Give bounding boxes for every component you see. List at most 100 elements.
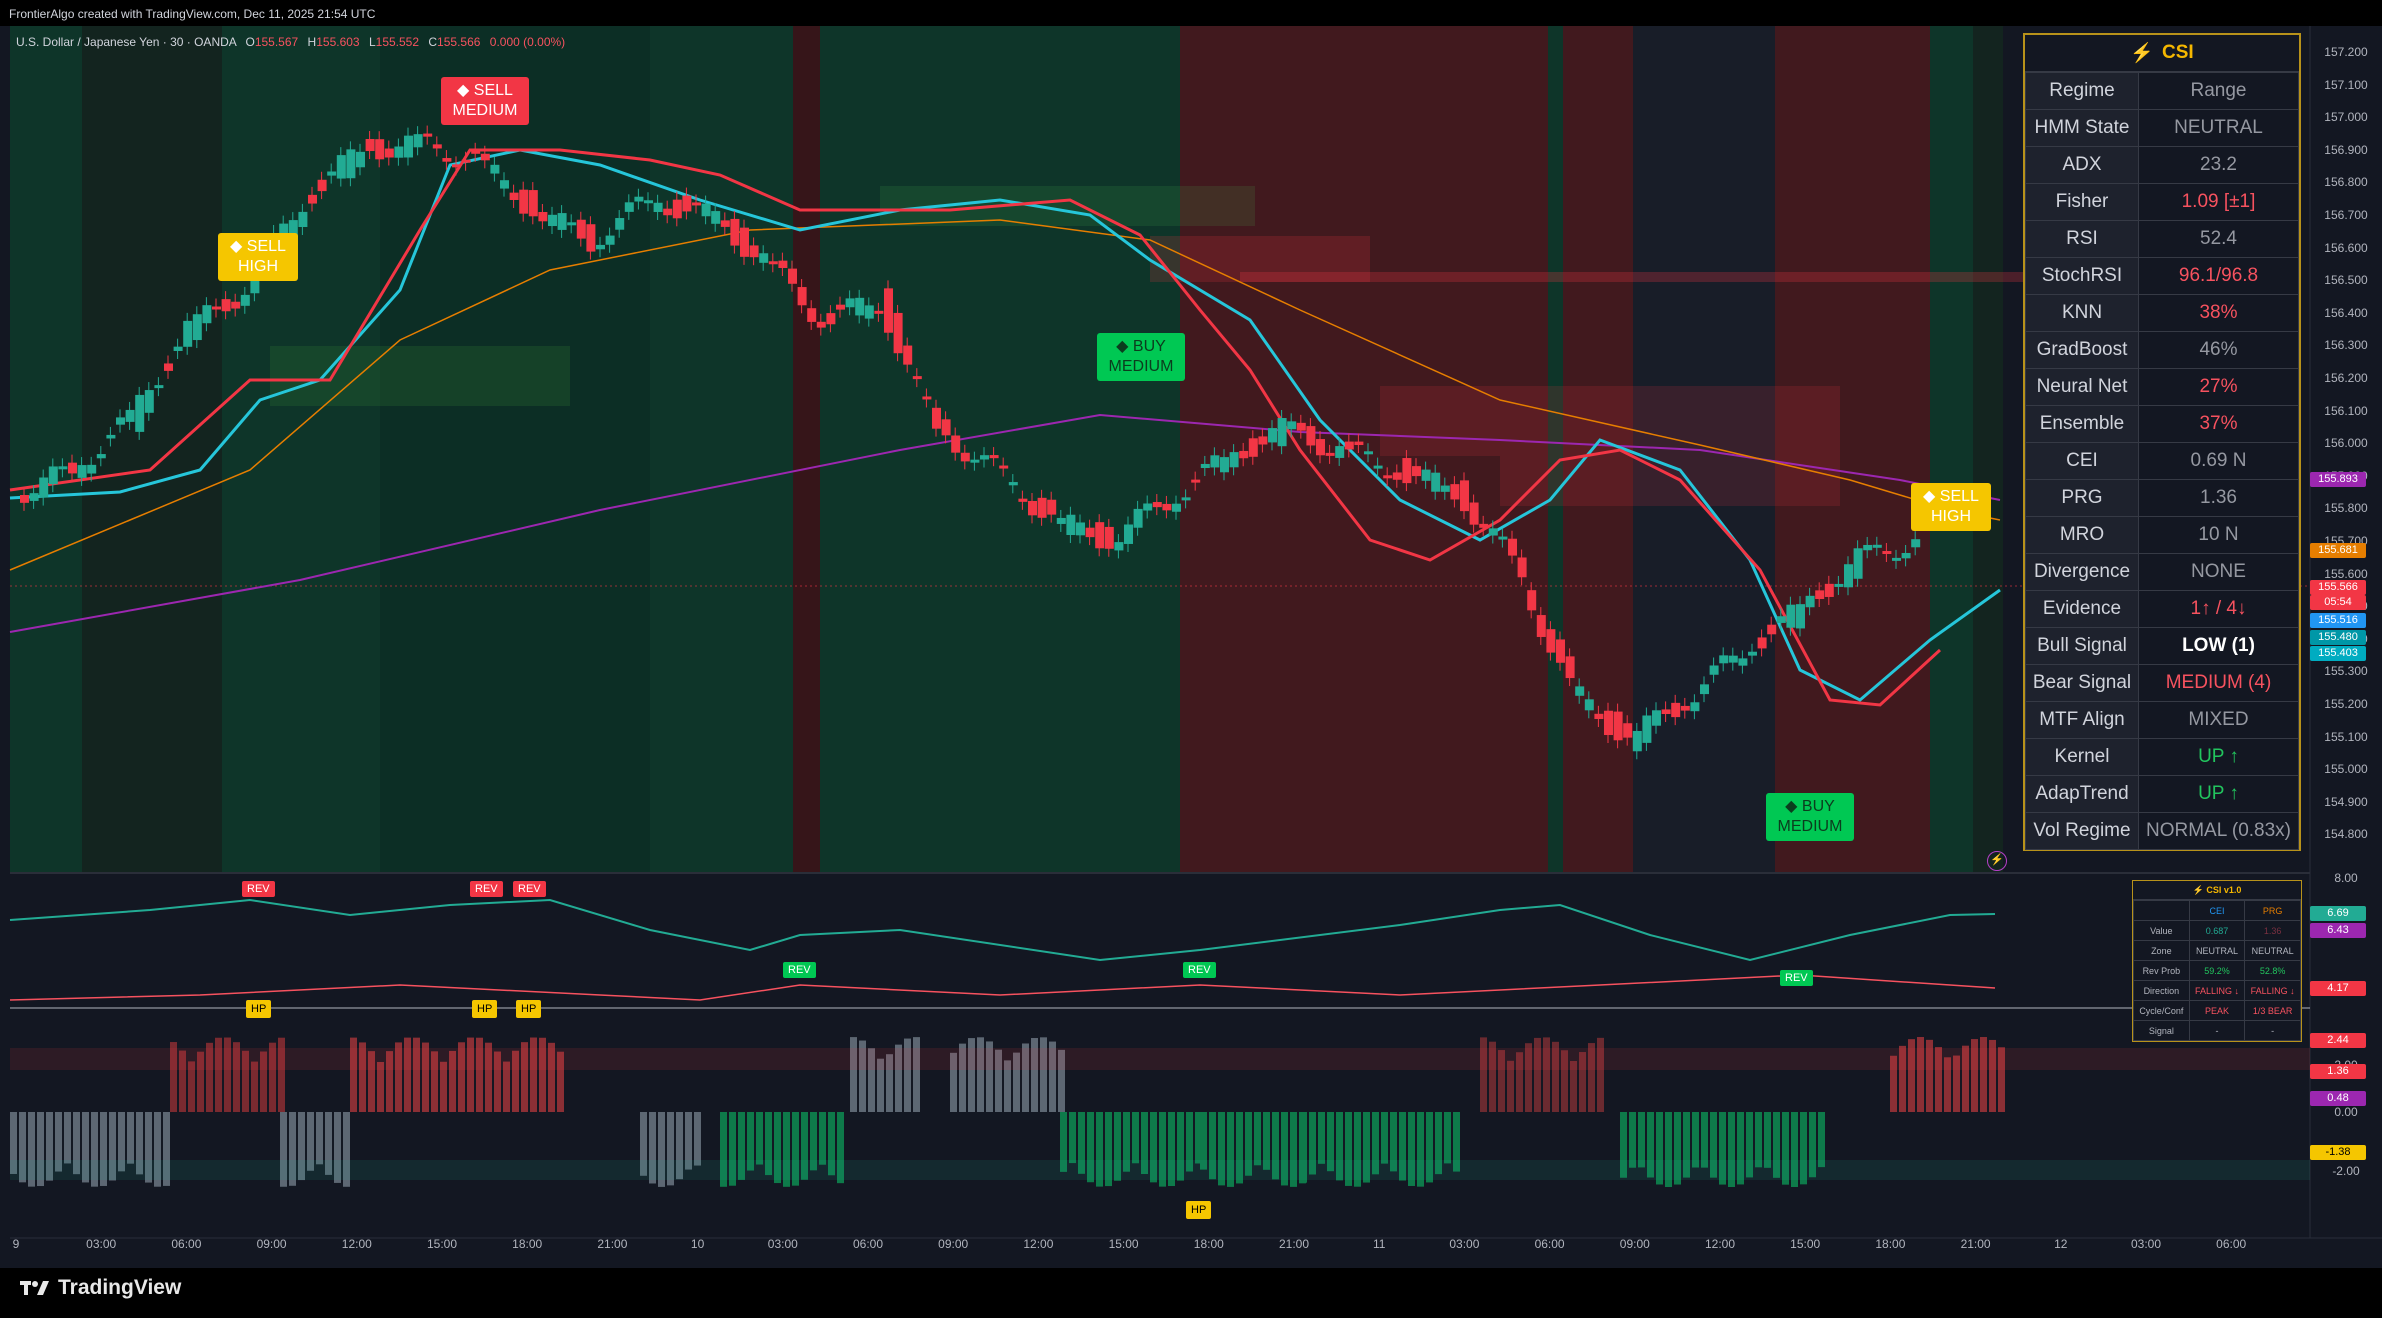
candle	[394, 146, 404, 158]
signal-sell-medium[interactable]: ◆ SELL MEDIUM	[441, 77, 529, 125]
price-axis-label: 156.700	[2324, 208, 2368, 222]
candle	[845, 298, 855, 308]
time-axis-label: 11	[1372, 1237, 1386, 1251]
time-axis-label: 03:00	[1449, 1237, 1480, 1251]
candle	[864, 305, 874, 319]
price-axis-label: 155.800	[2324, 501, 2368, 516]
candle	[1796, 604, 1805, 629]
upper-band	[10, 1048, 2310, 1070]
candle	[1853, 548, 1863, 579]
time-axis-label: 18:00	[512, 1237, 543, 1251]
candle	[509, 192, 519, 200]
mini-col-header: CEI	[2188, 900, 2246, 921]
candle	[1757, 637, 1767, 649]
candle	[1613, 711, 1623, 741]
histogram-bar	[1638, 1112, 1645, 1168]
osc-tag: -1.38	[2310, 1145, 2366, 1160]
time-axis-label: 12:00	[1023, 1237, 1054, 1251]
candle	[1143, 503, 1153, 511]
csi-row-label: PRG	[2025, 479, 2139, 517]
candle	[1556, 639, 1565, 663]
candle	[1248, 438, 1258, 457]
candle	[922, 396, 932, 400]
candle	[29, 493, 39, 501]
candle	[692, 202, 701, 206]
csi-row-label: MRO	[2025, 516, 2139, 554]
osc-axis-label: -2.00	[2332, 1164, 2360, 1178]
candle	[164, 363, 173, 371]
candle	[740, 227, 749, 257]
candle	[970, 459, 980, 463]
signal-buy-medium-2[interactable]: ◆ BUY MEDIUM	[1766, 793, 1854, 841]
candle	[1882, 551, 1892, 555]
histogram-bar	[1764, 1112, 1771, 1168]
csi-row: Evidence 1↑ / 4↓	[2025, 590, 2299, 628]
candle	[1296, 422, 1306, 431]
candle	[375, 139, 385, 160]
price-axis-label: 156.900	[2324, 142, 2368, 157]
regime-band	[1930, 26, 1973, 872]
time-axis-label: 18:00	[1193, 1237, 1224, 1251]
signal-sell-high-2[interactable]: ◆ SELL HIGH	[1911, 483, 1991, 531]
candle	[1767, 624, 1777, 635]
csi-row: Bear Signal MEDIUM (4)	[2025, 664, 2299, 702]
tradingview-logo[interactable]: TradingView	[20, 1276, 181, 1300]
candle	[1786, 604, 1796, 628]
candle	[1805, 595, 1815, 608]
price-axis-label: 156.500	[2324, 273, 2368, 288]
price-axis-label: 155.600	[2324, 566, 2368, 581]
csi-row-label: GradBoost	[2025, 331, 2139, 369]
symbol-name[interactable]: U.S. Dollar / Japanese Yen · 30 · OANDA	[16, 35, 236, 49]
candle	[1018, 498, 1028, 502]
candle	[893, 312, 903, 354]
candle	[346, 149, 356, 179]
candle	[634, 196, 644, 202]
candle	[653, 202, 663, 212]
candle	[1239, 450, 1249, 459]
candle	[1344, 441, 1354, 450]
candle	[989, 455, 999, 459]
candle	[404, 135, 413, 158]
candle	[1623, 723, 1633, 738]
osc-axis-label: 0.00	[2334, 1105, 2358, 1119]
rev-tag: REV	[242, 881, 275, 897]
candle	[912, 376, 922, 380]
candle	[538, 212, 548, 222]
mini-cell: 59.2%	[2188, 960, 2246, 981]
candle	[759, 253, 769, 263]
candle	[1469, 502, 1479, 525]
candle	[1162, 503, 1172, 511]
price-tag: 155.480	[2310, 630, 2366, 645]
csi-row: Fisher 1.09 [±1]	[2025, 183, 2299, 221]
candle	[1719, 655, 1729, 664]
histogram-bar	[127, 1112, 134, 1164]
csi-row-label: Bull Signal	[2025, 627, 2139, 665]
csi-table: Regime Range HMM State NEUTRAL ADX 23.2 Fisher…	[2025, 72, 2299, 850]
csi-row-value: 1.09 [±1]	[2138, 183, 2299, 221]
candle	[1901, 552, 1911, 559]
candle	[1834, 583, 1844, 587]
signal-text: ◆ SELL	[457, 82, 513, 99]
csi-row: Regime Range	[2025, 72, 2299, 110]
histogram-bar	[1132, 1112, 1139, 1164]
candle	[836, 304, 845, 310]
high-value: 155.603	[316, 35, 360, 49]
signal-sell-high-1[interactable]: ◆ SELL HIGH	[218, 233, 298, 281]
signal-buy-medium-1[interactable]: ◆ BUY MEDIUM	[1097, 333, 1185, 381]
candle	[1498, 536, 1508, 540]
candle	[106, 434, 116, 439]
candle	[807, 308, 817, 322]
time-axis-label: 12:00	[341, 1237, 372, 1251]
symbol-legend[interactable]: U.S. Dollar / Japanese Yen · 30 · OANDA …	[16, 35, 565, 49]
mini-cell: Cycle/Conf	[2133, 1000, 2190, 1021]
open-value: 155.567	[254, 35, 299, 49]
time-axis-label: 06:00	[171, 1237, 202, 1251]
candle	[778, 260, 788, 269]
time-axis-label: 06:00	[2216, 1237, 2247, 1251]
mini-row: Zone NEUTRAL NEUTRAL	[2133, 940, 2301, 961]
candle	[1076, 522, 1085, 536]
candle	[605, 235, 615, 245]
csi-row-label: Neural Net	[2025, 368, 2139, 406]
lower-band	[10, 1160, 2310, 1180]
lightning-icon[interactable]: ⚡	[1987, 851, 2007, 871]
